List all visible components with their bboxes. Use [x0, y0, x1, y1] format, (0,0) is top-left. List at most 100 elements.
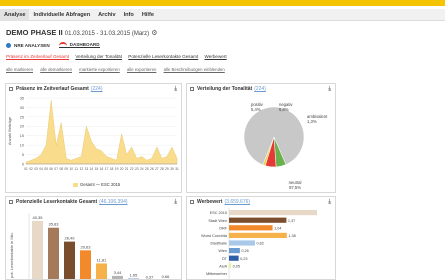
panel-checkbox[interactable] — [9, 200, 13, 204]
link-tonality[interactable]: Verteilung der Tonalität — [75, 54, 122, 59]
subnav-dashboard[interactable]: DASHBOARD — [58, 42, 100, 48]
presence-legend: Gesamt — ESC 2015 — [73, 182, 120, 187]
subnav-label: NRE ANALYSEN — [14, 42, 50, 48]
y-tick-label: 30 — [20, 106, 24, 110]
subnav-label: DASHBOARD — [69, 42, 100, 47]
x-tick-label: 08 — [59, 167, 63, 171]
y-tick-label: 25 — [20, 115, 24, 119]
bar — [229, 263, 232, 269]
pie-label-positiv: 5,4% — [251, 107, 261, 112]
x-tick-label: 07 — [54, 167, 58, 171]
x-tick-label: 03 — [34, 167, 38, 171]
page-dates: 01.03.2015 - 31.03.2015 (Marz) — [64, 31, 150, 37]
x-tick-label: 09 — [64, 167, 68, 171]
tab-info[interactable]: Info — [120, 9, 138, 21]
action-export-all[interactable]: alle exportieren — [127, 67, 156, 72]
panel-checkbox[interactable] — [190, 87, 194, 91]
x-tick-label: 12 — [80, 167, 84, 171]
y-tick-label: 10 — [20, 144, 24, 148]
bar-value-label: 0,62 — [256, 242, 263, 246]
panel-header: Präsenz im Zeitverlauf Gesamt (224) ⤓ — [6, 84, 181, 94]
brand-topbar — [0, 0, 445, 6]
bulk-actions: alle markieren alle demarkieren markiert… — [6, 67, 231, 72]
y-tick-label: 0 — [22, 162, 24, 166]
x-tick-label: 30 — [170, 167, 174, 171]
panel-advalue: Werbewert (3.659.676) ⤓ ESC 2015 Stadt Wi… — [186, 196, 336, 280]
bar-value-label: 0,66 — [162, 274, 171, 279]
tab-hilfe[interactable]: Hilfe — [138, 9, 158, 21]
y-tick-label: 35 — [20, 96, 24, 100]
download-icon[interactable]: ⤓ — [328, 86, 331, 93]
bar-value-label: 11,81 — [97, 257, 107, 262]
action-show-descriptions[interactable]: alle Beschreibungen einblenden — [164, 67, 225, 72]
section-links: Präsenz im Zeitverlauf Gesamt Verteilung… — [6, 54, 232, 59]
x-tick-label: 14 — [90, 167, 94, 171]
x-tick-label: 02 — [29, 167, 33, 171]
action-export-marked[interactable]: markierte exportieren — [79, 67, 120, 72]
bar — [32, 221, 43, 279]
bar — [229, 248, 240, 254]
tab-archiv[interactable]: Archiv — [94, 9, 119, 21]
link-advalue[interactable]: Werbewert — [205, 54, 227, 59]
y-axis-label: pot. Leserkontakte in Mio. — [9, 232, 14, 278]
legend-label: Gesamt — ESC 2015 — [80, 182, 121, 187]
bar-value-label: 1,37 — [288, 219, 295, 223]
tab-individuelle-abfragen[interactable]: Individuelle Abfragen — [29, 9, 94, 21]
bar-category-label: AUA — [219, 264, 227, 268]
action-unmark-all[interactable]: alle demarkieren — [40, 67, 72, 72]
bar-category-label: Wurst Conchita — [201, 234, 228, 238]
page-title: DEMO PHASE II 01.03.2015 - 31.03.2015 (M… — [6, 28, 158, 37]
bar — [229, 232, 287, 238]
x-tick-label: 16 — [100, 167, 104, 171]
download-icon[interactable]: ⤓ — [328, 199, 331, 206]
panel-count[interactable]: (3.659.676) — [224, 199, 250, 205]
panel-count[interactable]: (46.106.394) — [99, 199, 127, 205]
bar-value-label: 0,23 — [240, 257, 247, 261]
bar — [229, 225, 273, 231]
bar — [80, 250, 91, 279]
bar-value-label: 1,65 — [130, 273, 139, 278]
bar-category-label: Stadthalle — [210, 242, 227, 246]
bar-value-label: 1,38 — [288, 234, 295, 238]
panel-header: Potenzielle Leserkontakte Gesamt (46.106… — [6, 197, 181, 207]
bar — [229, 240, 255, 246]
y-tick-label: 20 — [20, 125, 24, 129]
x-tick-label: 15 — [95, 167, 99, 171]
x-tick-label: 13 — [85, 167, 89, 171]
area-series — [25, 99, 178, 165]
download-icon[interactable]: ⤓ — [174, 86, 177, 93]
subnav-nre-analysen[interactable]: NRE ANALYSEN — [6, 42, 50, 48]
adval-chart: ESC 2015 Stadt Wien 1,37 ORF 1,04 Wurst Conch… — [201, 208, 317, 279]
tab-analyse[interactable]: Analyse — [0, 9, 30, 21]
x-tick-label: 26 — [150, 167, 154, 171]
download-icon[interactable]: ⤓ — [174, 199, 177, 206]
legend-swatch — [73, 182, 78, 187]
bar — [96, 263, 107, 279]
panel-title: Werbewert — [197, 199, 223, 205]
panel-count[interactable]: (224) — [91, 86, 103, 92]
bar-value-label: 40,35 — [32, 215, 43, 220]
x-tick-label: 10 — [70, 167, 74, 171]
bar — [229, 217, 287, 223]
x-tick-label: 24 — [140, 167, 144, 171]
x-tick-label: 11 — [75, 167, 79, 171]
action-mark-all[interactable]: alle markieren — [6, 67, 33, 72]
x-tick-label: 05 — [44, 167, 48, 171]
panel-checkbox[interactable] — [190, 200, 194, 204]
bar-value-label: 0,05 — [233, 264, 240, 268]
bar — [112, 275, 123, 279]
x-tick-label: 23 — [135, 167, 139, 171]
link-presence[interactable]: Präsenz im Zeitverlauf Gesamt — [6, 54, 69, 59]
gauge-icon — [58, 42, 67, 47]
sub-navigation: NRE ANALYSEN DASHBOARD — [6, 40, 109, 50]
panel-presence: Präsenz im Zeitverlauf Gesamt (224) ⤓ 05… — [5, 83, 182, 193]
bar-value-label: 20,63 — [80, 244, 91, 249]
panel-title: Potenzielle Leserkontakte Gesamt — [16, 199, 98, 205]
panel-count[interactable]: (224) — [254, 86, 266, 92]
gear-icon[interactable]: ⚙ — [151, 30, 157, 37]
bar-category-label: Wien — [218, 249, 227, 253]
panel-checkbox[interactable] — [9, 87, 13, 91]
bar — [64, 241, 75, 279]
link-readers[interactable]: Potenzielle Leserkontakte Gesamt — [128, 54, 198, 59]
pie-label-neutral: 87,5% — [289, 185, 301, 190]
